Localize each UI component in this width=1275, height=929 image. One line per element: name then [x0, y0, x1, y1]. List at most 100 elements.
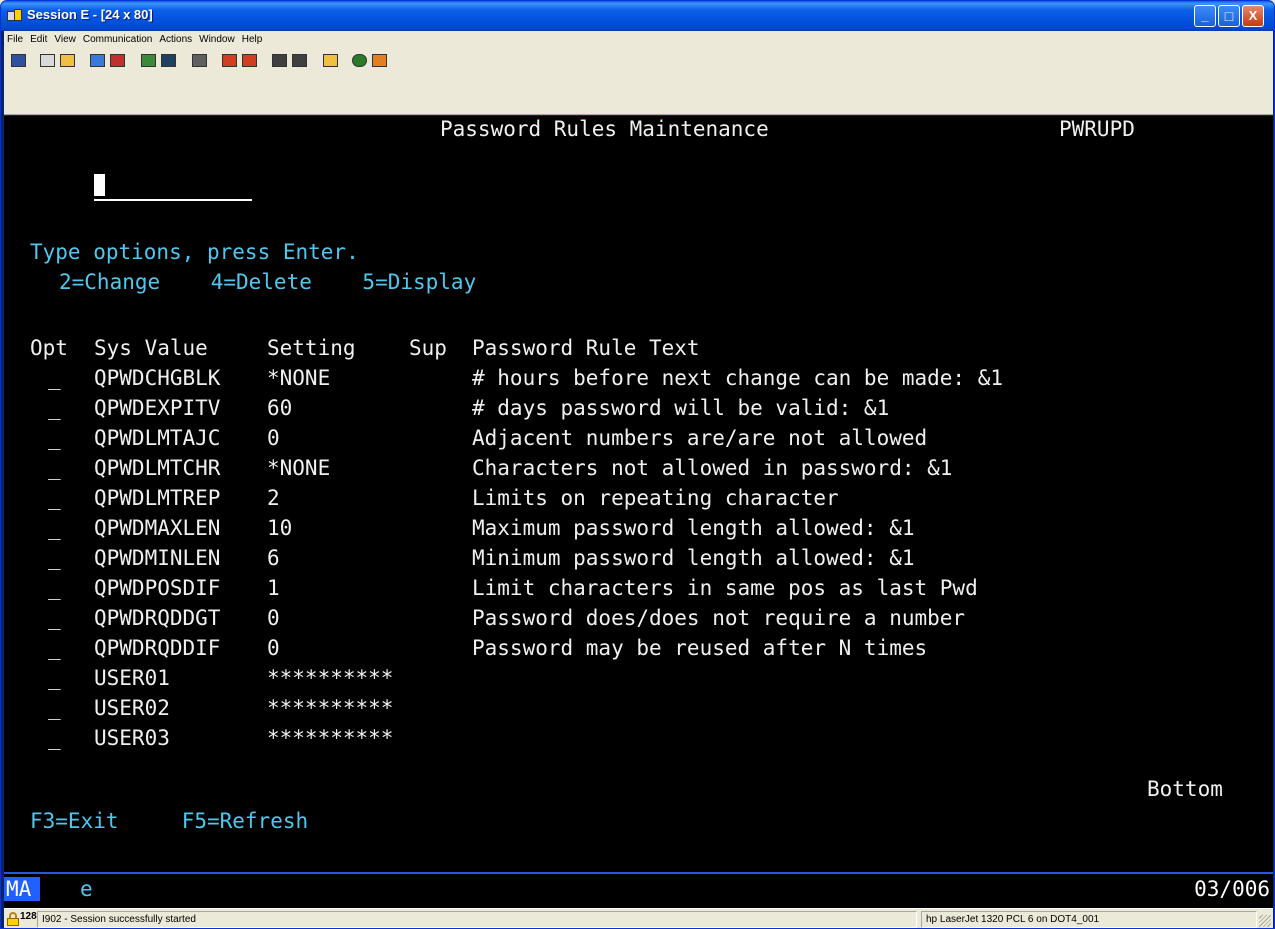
emulator-window: Session E - [24 x 80] _ □ X File Edit View… — [0, 0, 1275, 929]
menu-bar: File Edit View Communication Actions Window He… — [4, 31, 1273, 49]
status-bar: 128 I902 - Session successfully started … — [4, 908, 1273, 928]
globe-icon[interactable] — [350, 52, 370, 70]
column-header-setting: Setting — [267, 336, 356, 360]
row-option-field[interactable]: _ — [48, 395, 61, 422]
row-setting: ********** — [267, 696, 394, 720]
row-setting: *NONE — [267, 366, 331, 390]
row-sys-value: QPWDRQDDGT — [94, 606, 221, 630]
macro-stop-icon[interactable] — [290, 52, 310, 70]
row-setting: 0 — [267, 606, 280, 630]
column-header-opt: Opt — [30, 336, 68, 360]
toolbar — [4, 49, 1273, 115]
row-sys-value: USER03 — [94, 726, 170, 750]
row-setting: ********** — [267, 726, 394, 750]
row-sys-value: QPWDRQDDIF — [94, 636, 221, 660]
keyboard-icon[interactable] — [190, 52, 210, 70]
row-rule-text: Maximum password length allowed: &1 — [472, 516, 915, 540]
menu-file[interactable]: File — [4, 31, 27, 45]
edit-icon[interactable] — [370, 52, 390, 70]
printer-status: hp LaserJet 1320 PCL 6 on DOT4_001 — [921, 911, 1257, 928]
paste-icon[interactable] — [58, 52, 78, 70]
row-option-field[interactable]: _ — [48, 455, 61, 482]
row-option-field[interactable]: _ — [48, 575, 61, 602]
terminal-screen[interactable]: Password Rules Maintenance PWRUPD Type o… — [4, 116, 1273, 872]
row-setting: 1 — [267, 576, 280, 600]
function-keys[interactable]: F3=Exit F5=Refresh — [30, 808, 308, 835]
command-input[interactable] — [94, 199, 252, 201]
row-rule-text: Password does/does not require a number — [472, 606, 966, 630]
send-file-icon[interactable] — [88, 52, 108, 70]
option-list: 2=Change 4=Delete 5=Display — [59, 270, 477, 294]
quick-macro-icon[interactable] — [270, 52, 290, 70]
row-option-field[interactable]: _ — [48, 365, 61, 392]
row-sys-value: USER01 — [94, 666, 170, 690]
session-icon — [7, 9, 23, 23]
macro-record-icon[interactable] — [220, 52, 240, 70]
row-sys-value: QPWDMAXLEN — [94, 516, 221, 540]
row-option-field[interactable]: _ — [48, 665, 61, 692]
menu-help[interactable]: Help — [239, 31, 267, 45]
row-option-field[interactable]: _ — [48, 635, 61, 662]
menu-window[interactable]: Window — [196, 31, 239, 45]
more-indicator: Bottom — [1147, 777, 1223, 801]
column-header-sys-value: Sys Value — [94, 336, 208, 360]
row-setting: ********** — [267, 666, 394, 690]
menu-edit[interactable]: Edit — [27, 31, 51, 45]
macro-play-icon[interactable] — [240, 52, 260, 70]
row-sys-value: QPWDMINLEN — [94, 546, 221, 570]
column-header-text: Password Rule Text — [472, 336, 700, 360]
oia-indicator: MA — [4, 877, 40, 901]
copy-icon[interactable] — [38, 52, 58, 70]
screen-title: Password Rules Maintenance — [440, 117, 769, 141]
program-name: PWRUPD — [1059, 117, 1135, 141]
lock-icon: 128 — [7, 911, 37, 927]
window-title: Session E - [24 x 80] — [27, 7, 153, 22]
row-rule-text: Password may be reused after N times — [472, 636, 928, 660]
row-option-field[interactable]: _ — [48, 515, 61, 542]
row-sys-value: USER02 — [94, 696, 170, 720]
operator-info-area: MA e 03/006 — [4, 872, 1273, 908]
minimize-button[interactable]: _ — [1194, 5, 1216, 27]
row-rule-text: # hours before next change can be made: … — [472, 366, 1004, 390]
title-bar[interactable]: Session E - [24 x 80] _ □ X — [1, 1, 1274, 31]
row-rule-text: # days password will be valid: &1 — [472, 396, 890, 420]
receive-file-icon[interactable] — [108, 52, 128, 70]
close-button[interactable]: X — [1242, 5, 1264, 27]
row-setting: 2 — [267, 486, 280, 510]
row-sys-value: QPWDLMTCHR — [94, 456, 221, 480]
row-option-field[interactable]: _ — [48, 425, 61, 452]
menu-actions[interactable]: Actions — [156, 31, 196, 45]
row-rule-text: Limits on repeating character — [472, 486, 839, 510]
status-message: I902 - Session successfully started — [37, 911, 917, 928]
print-screen-icon[interactable] — [9, 52, 29, 70]
row-setting: 6 — [267, 546, 280, 570]
row-sys-value: QPWDEXPITV — [94, 396, 221, 420]
row-option-field[interactable]: _ — [48, 485, 61, 512]
row-sys-value: QPWDLMTAJC — [94, 426, 221, 450]
row-option-field[interactable]: _ — [48, 725, 61, 752]
row-rule-text: Characters not allowed in password: &1 — [472, 456, 953, 480]
clipboard-icon[interactable] — [321, 52, 341, 70]
menu-communication[interactable]: Communication — [80, 31, 156, 45]
row-sys-value: QPWDLMTREP — [94, 486, 221, 510]
row-option-field[interactable]: _ — [48, 605, 61, 632]
row-option-field[interactable]: _ — [48, 545, 61, 572]
column-header-sup: Sup — [409, 336, 447, 360]
row-setting: 0 — [267, 636, 280, 660]
resize-grip[interactable] — [1259, 915, 1271, 927]
cursor — [94, 174, 105, 196]
display-2-icon[interactable] — [159, 52, 179, 70]
row-rule-text: Minimum password length allowed: &1 — [472, 546, 915, 570]
row-setting: 60 — [267, 396, 293, 420]
maximize-button[interactable]: □ — [1218, 5, 1240, 27]
row-setting: 10 — [267, 516, 293, 540]
display-icon[interactable] — [139, 52, 159, 70]
row-setting: 0 — [267, 426, 280, 450]
cursor-position: 03/006 — [1194, 877, 1270, 901]
menu-view[interactable]: View — [51, 31, 80, 45]
row-sys-value: QPWDPOSDIF — [94, 576, 221, 600]
session-number: 128 — [20, 911, 37, 922]
row-option-field[interactable]: _ — [48, 695, 61, 722]
instructions: Type options, press Enter. — [30, 240, 359, 264]
row-rule-text: Limit characters in same pos as last Pwd — [472, 576, 978, 600]
